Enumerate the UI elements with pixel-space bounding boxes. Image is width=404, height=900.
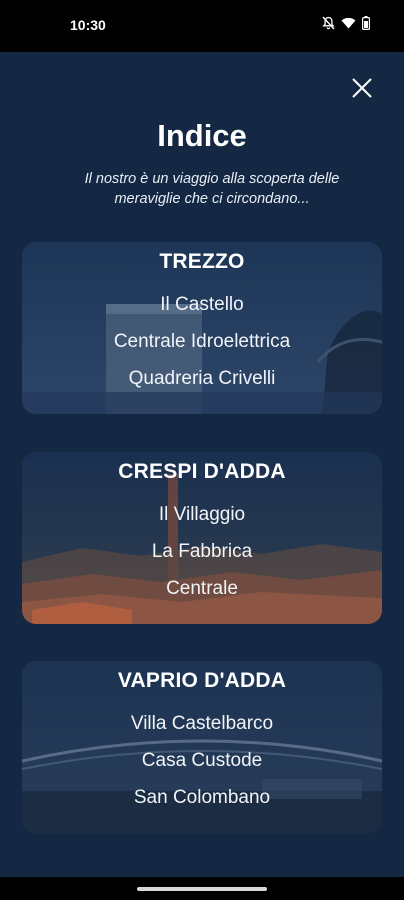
link-la-fabbrica[interactable]: La Fabbrica — [22, 533, 382, 570]
home-indicator[interactable] — [137, 887, 267, 891]
page-subtitle: Il nostro è un viaggio alla scoperta del… — [84, 171, 340, 207]
status-bar: 10:30 — [0, 0, 404, 52]
section-title: TREZZO — [159, 250, 245, 273]
wifi-icon — [341, 17, 356, 29]
page-title: Indice — [157, 118, 247, 153]
link-villa-castelbarco[interactable]: Villa Castelbarco — [22, 705, 382, 742]
section-card-vaprio-dadda: VAPRIO D'ADDA Villa Castelbarco Casa Cus… — [22, 661, 382, 833]
status-icons — [322, 16, 370, 30]
link-casa-custode[interactable]: Casa Custode — [22, 742, 382, 779]
battery-icon — [362, 16, 370, 30]
notifications-off-icon — [322, 16, 335, 30]
close-icon — [352, 78, 372, 98]
status-time: 10:30 — [70, 17, 106, 33]
link-il-villaggio[interactable]: Il Villaggio — [22, 496, 382, 533]
section-card-trezzo: TREZZO Il Castello Centrale Idroelettric… — [22, 242, 382, 414]
navigation-bar — [0, 877, 404, 900]
link-quadreria-crivelli[interactable]: Quadreria Crivelli — [22, 360, 382, 397]
section-title: CRESPI D'ADDA — [118, 460, 286, 483]
link-centrale[interactable]: Centrale — [22, 570, 382, 607]
index-screen: Indice Il nostro è un viaggio alla scope… — [0, 52, 404, 877]
close-button[interactable] — [348, 74, 376, 102]
link-centrale-idroelettrica[interactable]: Centrale Idroelettrica — [22, 323, 382, 360]
link-il-castello[interactable]: Il Castello — [22, 286, 382, 323]
link-san-colombano[interactable]: San Colombano — [22, 779, 382, 816]
section-title: VAPRIO D'ADDA — [117, 669, 287, 692]
section-card-crespi-dadda: CRESPI D'ADDA Il Villaggio La Fabbrica C… — [22, 452, 382, 624]
